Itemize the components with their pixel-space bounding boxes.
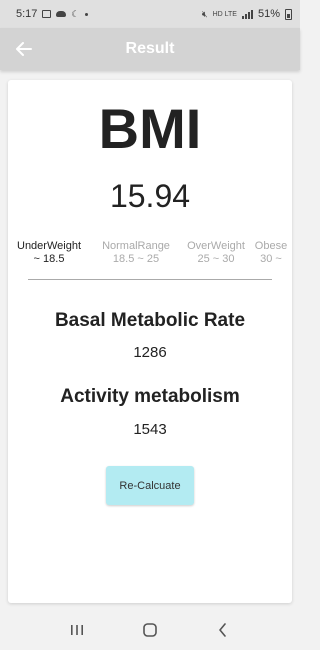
page-title: Result: [125, 40, 175, 57]
recalculate-button[interactable]: Re-Calcuate: [106, 466, 194, 505]
range-value: ~ 18.5: [33, 253, 65, 265]
cloud-icon: [56, 11, 67, 17]
range-underweight: UnderWeight ~ 18.5: [16, 240, 82, 266]
home-icon: [143, 623, 157, 637]
moon-icon: ☾: [71, 8, 80, 19]
range-obese: Obese 30 ~: [248, 240, 292, 266]
nav-back-button[interactable]: [207, 614, 239, 646]
status-bar: 5:17 ☾ 🔇︎ HD LTE 51%: [0, 0, 300, 28]
bmi-heading: BMI: [98, 97, 202, 160]
range-value: 18.5 ~ 25: [112, 253, 160, 265]
result-card: BMI 15.94 UnderWeight ~ 18.5 NormalRange…: [8, 80, 292, 603]
network-type: HD LTE: [212, 10, 237, 18]
bmr-value: 1286: [133, 344, 167, 361]
activity-value: 1543: [133, 421, 167, 438]
bmi-value: 15.94: [109, 178, 191, 214]
mute-icon: 🔇︎: [201, 8, 208, 19]
app-bar: Result: [0, 28, 300, 70]
recent-apps-icon: [70, 625, 83, 635]
gallery-notification-icon: [42, 10, 52, 18]
arrow-left-icon: [16, 42, 32, 56]
chevron-left-icon: [219, 623, 227, 637]
activity-label: Activity metabolism: [60, 386, 240, 407]
home-button[interactable]: [134, 614, 166, 646]
more-notifications-icon: [84, 12, 88, 16]
range-overweight: OverWeight 25 ~ 30: [178, 240, 254, 266]
range-label: OverWeight: [187, 240, 245, 252]
status-right: 🔇︎ HD LTE 51%: [202, 8, 292, 20]
recent-apps-button[interactable]: [61, 614, 93, 646]
status-left: 5:17 ☾: [16, 8, 88, 20]
range-label: UnderWeight: [17, 240, 81, 252]
status-time: 5:17: [16, 8, 38, 20]
range-label: Obese: [254, 240, 288, 252]
range-label: NormalRange: [102, 240, 170, 252]
range-value: 30 ~: [260, 253, 282, 265]
signal-icon: [241, 9, 253, 19]
divider: [28, 279, 272, 280]
bmi-range-list: UnderWeight ~ 18.5 NormalRange 18.5 ~ 25…: [16, 240, 292, 272]
bmr-label: Basal Metabolic Rate: [54, 310, 246, 331]
range-normal: NormalRange 18.5 ~ 25: [96, 240, 176, 266]
range-value: 25 ~ 30: [197, 253, 235, 265]
battery-icon: [285, 8, 292, 20]
back-button[interactable]: [12, 37, 36, 61]
battery-percent: 51%: [257, 8, 280, 20]
system-nav-bar: [0, 610, 300, 650]
